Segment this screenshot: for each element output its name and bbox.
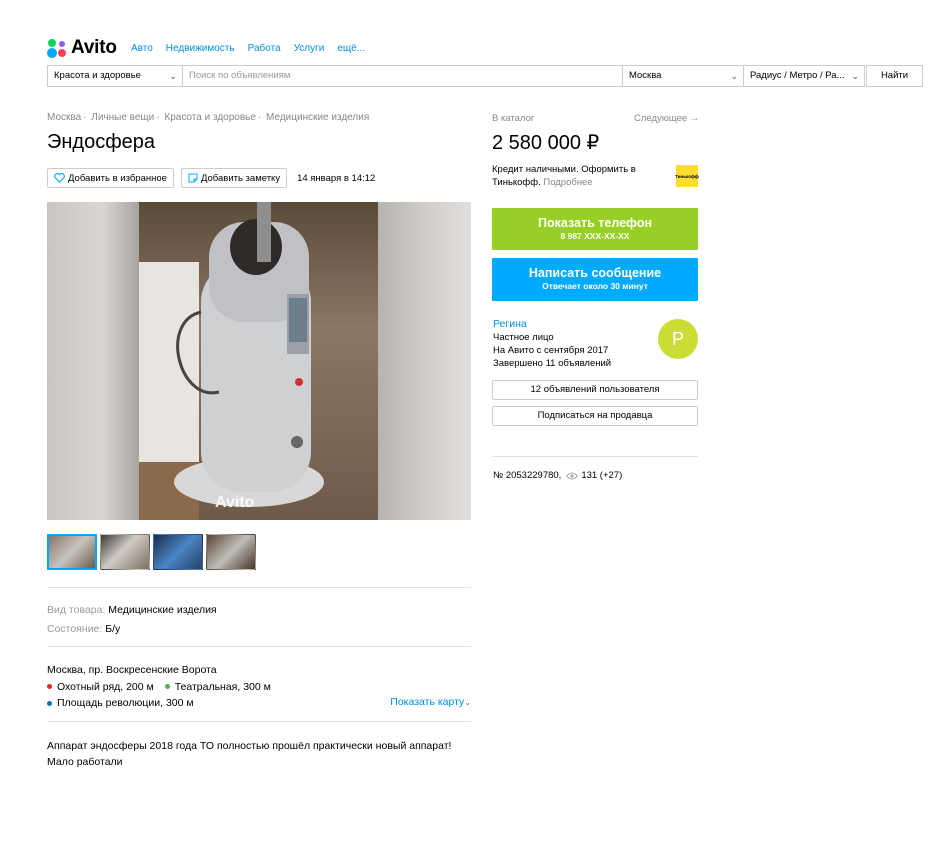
eye-icon <box>566 472 579 480</box>
divider <box>492 456 698 457</box>
subscribe-seller-button[interactable]: Подписаться на продавца <box>492 406 698 426</box>
metro-dot-icon <box>47 684 52 689</box>
add-note-button[interactable]: Добавить заметку <box>180 168 288 188</box>
show-phone-button[interactable]: Показать телефон 8 987 XXX-XX-XX <box>492 208 698 250</box>
breadcrumb: Москва · Личные вещи · Красота и здоровье ·… <box>47 112 370 123</box>
metro-dot-icon <box>47 700 52 706</box>
nav-more[interactable]: ещё... <box>337 43 365 54</box>
seller-info: Регина Частное лицо На Авито с сентября … <box>493 318 611 370</box>
credit-more-link[interactable]: Подробнее <box>543 177 592 188</box>
chevron-down-icon: ⌄ <box>464 698 471 707</box>
publish-date: 14 января в 14:12 <box>297 172 376 184</box>
nav-realty[interactable]: Недвижимость <box>166 43 235 54</box>
metro-station: Театральная, 300 м <box>164 679 271 695</box>
param-key: Вид товара: <box>47 604 106 616</box>
add-favorite-label: Добавить в избранное <box>68 172 167 184</box>
radius-value: Радиус / Метро / Ра... <box>750 70 845 81</box>
thumbnail-2[interactable] <box>100 534 150 570</box>
param-row: Состояние: Б/у <box>47 620 217 639</box>
divider <box>47 646 471 647</box>
divider <box>47 587 471 588</box>
search-bar: Красота и здоровье ⌄ Поиск по объявления… <box>47 65 923 87</box>
nav-jobs[interactable]: Работа <box>248 43 281 54</box>
category-select[interactable]: Красота и здоровье ⌄ <box>47 65 183 87</box>
seller-ads-button[interactable]: 12 объявлений пользователя <box>492 380 698 400</box>
item-params: Вид товара: Медицинские изделия Состояни… <box>47 601 217 639</box>
add-favorite-button[interactable]: Добавить в избранное <box>47 168 174 188</box>
city-value: Москва <box>629 70 662 81</box>
thumbnail-4[interactable] <box>206 534 256 570</box>
breadcrumb-item[interactable]: Москва <box>47 112 81 123</box>
logo-text: Avito <box>71 37 117 58</box>
ad-info: № 2053229780, 131 (+27) <box>493 470 622 481</box>
search-button[interactable]: Найти <box>866 65 923 87</box>
divider <box>47 721 471 722</box>
param-row: Вид товара: Медицинские изделия <box>47 601 217 620</box>
address-block: Москва, пр. Воскресенские Ворота Охотный… <box>47 662 471 711</box>
seller-name[interactable]: Регина <box>493 318 611 331</box>
next-ad-link[interactable]: Следующее → <box>634 113 699 124</box>
search-input[interactable]: Поиск по объявлениям <box>182 65 623 87</box>
back-to-catalog-link[interactable]: В каталог <box>492 113 534 124</box>
logo-dots-icon <box>47 38 67 58</box>
show-map-link[interactable]: Показать карту⌄ <box>390 694 471 711</box>
main-photo[interactable]: Avito <box>47 202 471 520</box>
radius-select[interactable]: Радиус / Метро / Ра... ⌄ <box>743 65 865 87</box>
city-select[interactable]: Москва ⌄ <box>622 65 744 87</box>
photo-thumbnails <box>47 534 256 570</box>
metro-station: Площадь революции, 300 м <box>47 695 194 711</box>
metro-station: Охотный ряд, 200 м <box>47 679 154 695</box>
seller-completed: Завершено 11 объявлений <box>493 358 612 369</box>
price: 2 580 000 ₽ <box>492 132 600 154</box>
nav-services[interactable]: Услуги <box>294 43 325 54</box>
seller-type: Частное лицо <box>493 332 554 343</box>
nav-auto[interactable]: Авто <box>131 43 153 54</box>
chevron-down-icon: ⌄ <box>730 71 738 81</box>
thumbnail-1[interactable] <box>47 534 97 570</box>
device-photo <box>139 202 378 520</box>
photo-watermark: Avito <box>215 494 255 511</box>
heart-icon <box>54 173 65 183</box>
seller-since: На Авито с сентября 2017 <box>493 345 609 356</box>
tinkoff-logo[interactable]: Тинькофф <box>675 165 699 187</box>
item-description: Аппарат эндосферы 2018 года ТО полностью… <box>47 740 452 768</box>
chevron-down-icon: ⌄ <box>169 71 177 81</box>
page-title: Эндосфера <box>47 131 156 153</box>
param-value: Медицинские изделия <box>108 604 217 616</box>
breadcrumb-item[interactable]: Красота и здоровье <box>164 112 256 123</box>
top-nav: Авто Недвижимость Работа Услуги ещё... <box>131 43 378 54</box>
metro-dot-icon <box>164 684 170 689</box>
chevron-down-icon: ⌄ <box>851 71 859 81</box>
param-key: Состояние: <box>47 623 103 635</box>
breadcrumb-item[interactable]: Личные вещи <box>91 112 154 123</box>
views-count: 131 (+27) <box>581 470 623 481</box>
avatar[interactable]: Р <box>658 319 698 359</box>
address-line: Москва, пр. Воскресенские Ворота <box>47 664 217 676</box>
breadcrumb-item[interactable]: Медицинские изделия <box>266 112 369 123</box>
thumbnail-3[interactable] <box>153 534 203 570</box>
add-note-label: Добавить заметку <box>200 172 281 184</box>
category-value: Красота и здоровье <box>54 70 141 81</box>
credit-offer: Кредит наличными. Оформить в Тинькофф. П… <box>492 164 636 188</box>
ad-actions: Добавить в избранное Добавить заметку 14… <box>47 168 375 188</box>
note-icon <box>188 173 198 183</box>
avito-logo[interactable]: Avito <box>47 37 117 59</box>
param-value: Б/у <box>105 623 121 635</box>
write-message-button[interactable]: Написать сообщение Отвечает около 30 мин… <box>492 258 698 301</box>
ad-number: № 2053229780, <box>493 470 562 481</box>
